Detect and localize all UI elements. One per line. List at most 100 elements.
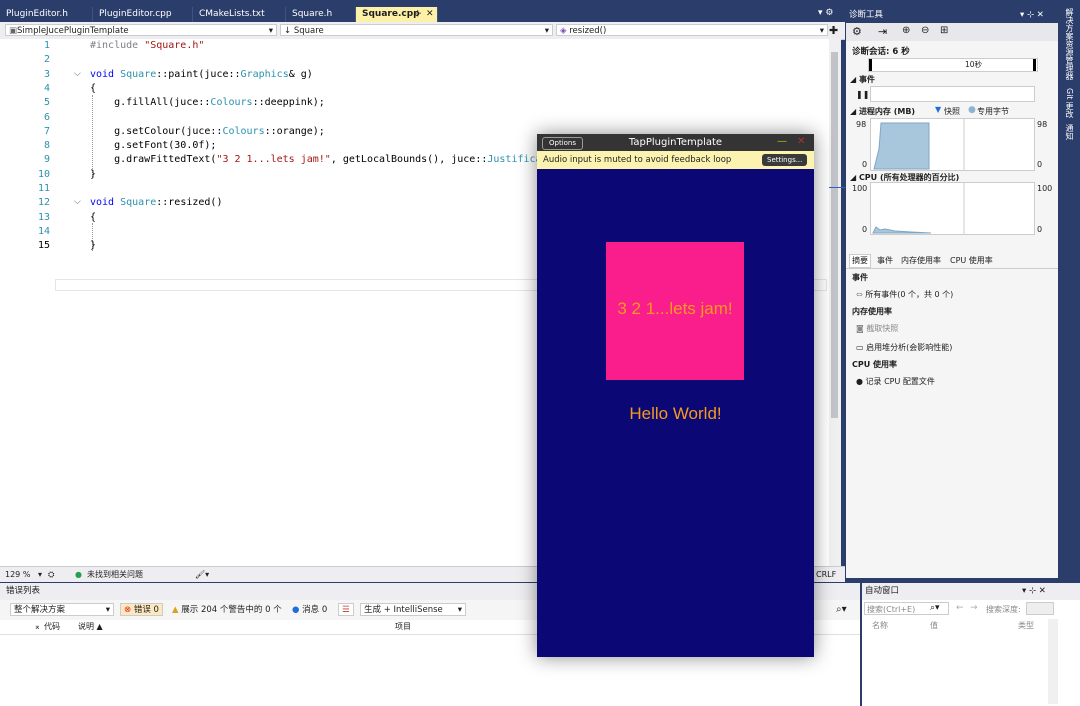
cpu-axis-max-left: 100 <box>852 184 868 193</box>
back-arrow-icon[interactable]: ← <box>956 603 964 613</box>
warnings-filter-button[interactable]: ▲ 展示 204 个警告中的 0 个 <box>168 603 286 616</box>
plugin-window: Options TapPluginTemplate — ✕ Audio inpu… <box>537 134 814 657</box>
pin-icon[interactable]: ⊹ <box>414 7 422 22</box>
code-cleanup-icon[interactable]: ⛭ <box>48 567 54 582</box>
close-icon[interactable]: ✕ <box>797 136 805 147</box>
fold-chevron-icon[interactable]: ⌵ <box>74 197 81 207</box>
column-description[interactable]: 说明 ▲ <box>78 620 103 634</box>
scope-dropdown[interactable]: 整个解决方案 ▾ <box>10 603 114 616</box>
window-controls-icon[interactable]: ▾ ⊹ ✕ <box>1020 8 1044 23</box>
column-name[interactable]: 名称 <box>872 619 888 633</box>
code-line: { <box>90 212 97 223</box>
chevron-down-icon[interactable]: ▾ <box>38 567 42 582</box>
cpu-area <box>872 226 932 234</box>
forward-arrow-icon[interactable]: → <box>970 603 978 613</box>
pause-icon[interactable]: ❚❚ <box>856 90 869 99</box>
warnings-count: 展示 204 个警告中的 0 个 <box>181 605 282 615</box>
search-depth-label: 搜索深度: <box>986 605 1021 614</box>
code-line: g.setFont(30.0f); <box>90 140 217 151</box>
search-depth-dropdown[interactable] <box>1026 602 1054 615</box>
code-line: void Square::paint(juce::Graphics& g) <box>90 69 313 80</box>
memory-area <box>873 122 930 170</box>
memory-section-header[interactable]: ◢ 进程内存 (MB) <box>850 106 915 117</box>
enable-heap-checkbox[interactable]: ▭ 启用堆分析(会影响性能) <box>856 342 952 353</box>
zoom-level[interactable]: 129 % <box>5 567 30 582</box>
take-snapshot-button[interactable]: ◙ 截取快照 <box>856 323 898 334</box>
messages-filter-button[interactable]: ● 消息 0 <box>288 603 331 616</box>
tab-label: PluginEditor.cpp <box>99 9 172 19</box>
column-code[interactable]: 代码 <box>44 620 60 634</box>
split-editor-icon[interactable]: ✚ <box>829 24 838 37</box>
autos-window: 自动窗口 ▾ ⊹ ✕ 搜索(Ctrl+E) ⌕▾ ← → 搜索深度: 名称 值 … <box>862 583 1080 706</box>
scope-dropdown[interactable]: ↓ Square ▾ <box>280 24 553 36</box>
zoom-out-icon[interactable]: ⊖ <box>921 25 929 36</box>
brush-icon[interactable]: 🖌▾ <box>195 567 209 582</box>
private-bytes-legend-icon: ● <box>968 105 976 115</box>
hello-world-text: Hello World! <box>629 404 722 423</box>
export-icon[interactable]: ⇥ <box>878 25 887 38</box>
chevron-down-icon: ▾ <box>268 26 273 36</box>
filter-icon[interactable]: ☰ <box>338 603 354 616</box>
options-button[interactable]: Options <box>542 137 584 150</box>
errors-count: 错误 0 <box>133 605 159 615</box>
chevron-down-icon: ▾ <box>819 26 824 36</box>
solution-explorer-tab[interactable]: 解决方案资源管理器 <box>1064 8 1075 80</box>
close-icon[interactable]: ✕ <box>426 7 434 22</box>
scrollbar-thumb[interactable] <box>831 52 838 418</box>
gear-icon[interactable]: ⚙ <box>852 25 862 38</box>
sort-asc-icon: ▲ <box>96 622 103 631</box>
window-controls-icon[interactable]: ▾ ⊹ ✕ <box>1022 583 1046 600</box>
memory-chart[interactable] <box>870 118 1035 171</box>
tab-plugineditor-h[interactable]: PluginEditor.h <box>0 7 93 22</box>
column-project[interactable]: 项目 <box>395 620 411 634</box>
line-number: 7 <box>43 126 50 137</box>
build-filter-dropdown[interactable]: 生成 + IntelliSense ▾ <box>360 603 466 616</box>
column-type[interactable]: 类型 <box>1018 619 1034 633</box>
tab-cmakelists[interactable]: CMakeLists.txt <box>193 7 286 22</box>
git-changes-tab[interactable]: Git 更改 <box>1064 88 1075 118</box>
search-icon[interactable]: ⌕▾ <box>836 604 847 615</box>
events-heading: 事件 <box>852 273 868 282</box>
all-events-link[interactable]: ⇔ 所有事件(0 个，共 0 个) <box>856 289 953 300</box>
search-icon[interactable]: ⌕▾ <box>930 603 940 613</box>
side-tool-strip: 解决方案资源管理器 Git 更改 通知 <box>1060 0 1080 583</box>
diagnostics-tabs: 摘要 事件 内存使用率 CPU 使用率 <box>846 254 1058 269</box>
cpu-chart[interactable] <box>870 182 1035 235</box>
settings-button[interactable]: Settings... <box>762 154 808 166</box>
zoom-in-icon[interactable]: ⊕ <box>902 25 910 36</box>
timeline-start-marker[interactable] <box>869 59 872 71</box>
tab-cpu[interactable]: CPU 使用率 <box>950 254 993 268</box>
tab-overflow-controls: ▾ ⚙ <box>818 8 833 18</box>
record-cpu-button[interactable]: ● 记录 CPU 配置文件 <box>856 376 935 387</box>
reset-zoom-icon[interactable]: ⊞ <box>940 25 948 36</box>
chevron-down-icon: ▾ <box>105 605 110 615</box>
member-dropdown[interactable]: ◈ resized() ▾ <box>556 24 828 36</box>
autos-scrollbar[interactable] <box>1048 619 1058 704</box>
line-ending[interactable]: CRLF <box>816 567 836 582</box>
fold-chevron-icon[interactable]: ⌵ <box>74 69 81 79</box>
errors-filter-button[interactable]: ⊗ 错误 0 <box>120 603 163 616</box>
issues-status[interactable]: 未找到相关问题 <box>87 567 143 582</box>
tab-plugineditor-cpp[interactable]: PluginEditor.cpp <box>93 7 193 22</box>
tab-events[interactable]: 事件 <box>877 254 893 268</box>
error-icon: ⊗ <box>124 605 132 615</box>
column-value[interactable]: 值 <box>930 619 938 633</box>
project-dropdown[interactable]: ▣SimpleJucePluginTemplate ▾ <box>5 24 277 36</box>
timeline-end-marker[interactable] <box>1033 59 1036 71</box>
tab-label: PluginEditor.h <box>6 9 68 19</box>
chevron-down-icon[interactable]: ▾ <box>818 8 823 18</box>
tab-summary[interactable]: 摘要 <box>849 254 871 268</box>
events-section-header[interactable]: ◢ 事件 <box>850 74 875 85</box>
gear-icon[interactable]: ⚙ <box>825 8 833 18</box>
tab-label: CMakeLists.txt <box>199 9 265 19</box>
cpu-axis-min-right: 0 <box>1037 225 1043 234</box>
timeline-ruler[interactable]: 10秒 <box>868 58 1038 72</box>
tab-square-h[interactable]: Square.h <box>286 7 356 22</box>
memory-graph <box>873 119 965 170</box>
column-description-label: 说明 <box>78 622 94 631</box>
tab-square-cpp[interactable]: Square.cpp ⊹ ✕ <box>356 7 438 22</box>
tab-memory[interactable]: 内存使用率 <box>901 254 941 268</box>
code-line: } <box>90 169 97 180</box>
notifications-tab[interactable]: 通知 <box>1064 124 1075 140</box>
minimize-icon[interactable]: — <box>777 136 787 147</box>
